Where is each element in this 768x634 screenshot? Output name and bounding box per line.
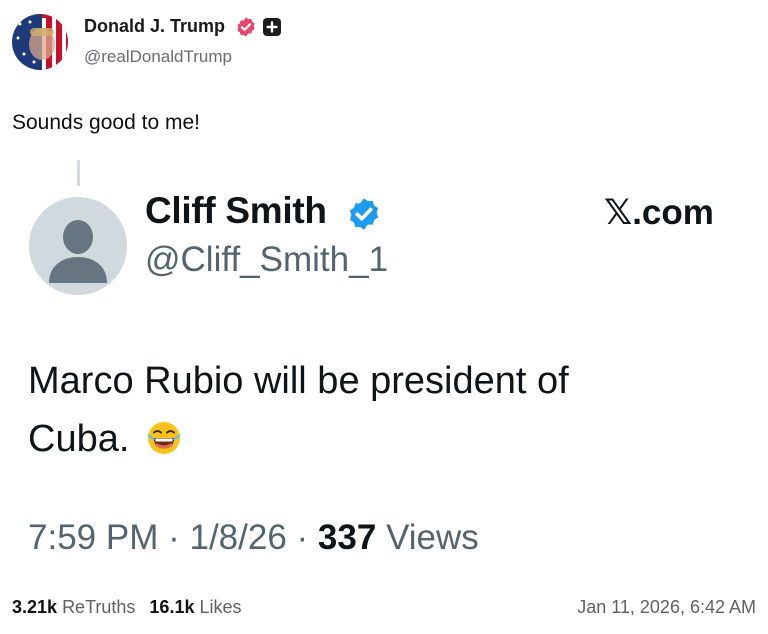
tweet-time: 7:59 PM bbox=[28, 518, 159, 557]
author-avatar[interactable] bbox=[12, 14, 68, 70]
meta-separator: · bbox=[296, 518, 309, 557]
author-handle[interactable]: @realDonaldTrump bbox=[84, 47, 232, 67]
plus-badge-icon bbox=[263, 18, 281, 36]
tweet-text: Marco Rubio will be president of Cuba. bbox=[28, 352, 668, 468]
tweet-text-content: Marco Rubio will be president of Cuba. bbox=[28, 360, 569, 460]
post-timestamp[interactable]: Jan 11, 2026, 6:42 AM bbox=[577, 597, 756, 618]
thread-line bbox=[77, 160, 80, 186]
tweet-views-label: Views bbox=[386, 518, 479, 557]
likes-label: Likes bbox=[199, 597, 242, 617]
verified-badge-icon bbox=[237, 17, 255, 37]
tweet-meta: 7:59 PM · 1/8/26 · 337 Views bbox=[28, 518, 479, 558]
avatar-image bbox=[12, 14, 68, 70]
laughing-tears-emoji-icon bbox=[146, 422, 181, 454]
tweet-author-handle: @Cliff_Smith_1 bbox=[145, 240, 389, 279]
post-stats: 3.21k ReTruths 16.1k Likes bbox=[12, 597, 242, 618]
tweet-views-count: 337 bbox=[317, 518, 377, 557]
default-avatar-icon bbox=[29, 197, 127, 295]
retruths-stat[interactable]: 3.21k ReTruths bbox=[12, 597, 135, 617]
retruths-count: 3.21k bbox=[12, 597, 58, 617]
author-name[interactable]: Donald J. Trump bbox=[84, 16, 225, 37]
likes-count: 16.1k bbox=[149, 597, 195, 617]
retruths-label: ReTruths bbox=[62, 597, 136, 617]
post-text: Sounds good to me! bbox=[12, 111, 200, 134]
tweet-date: 1/8/26 bbox=[189, 518, 287, 557]
likes-stat[interactable]: 16.1k Likes bbox=[149, 597, 241, 617]
verified-badge-icon bbox=[349, 198, 379, 230]
x-brand-label: 𝕏.com bbox=[604, 193, 714, 232]
meta-separator: · bbox=[168, 518, 180, 557]
tweet-author-name: Cliff Smith bbox=[145, 190, 327, 231]
